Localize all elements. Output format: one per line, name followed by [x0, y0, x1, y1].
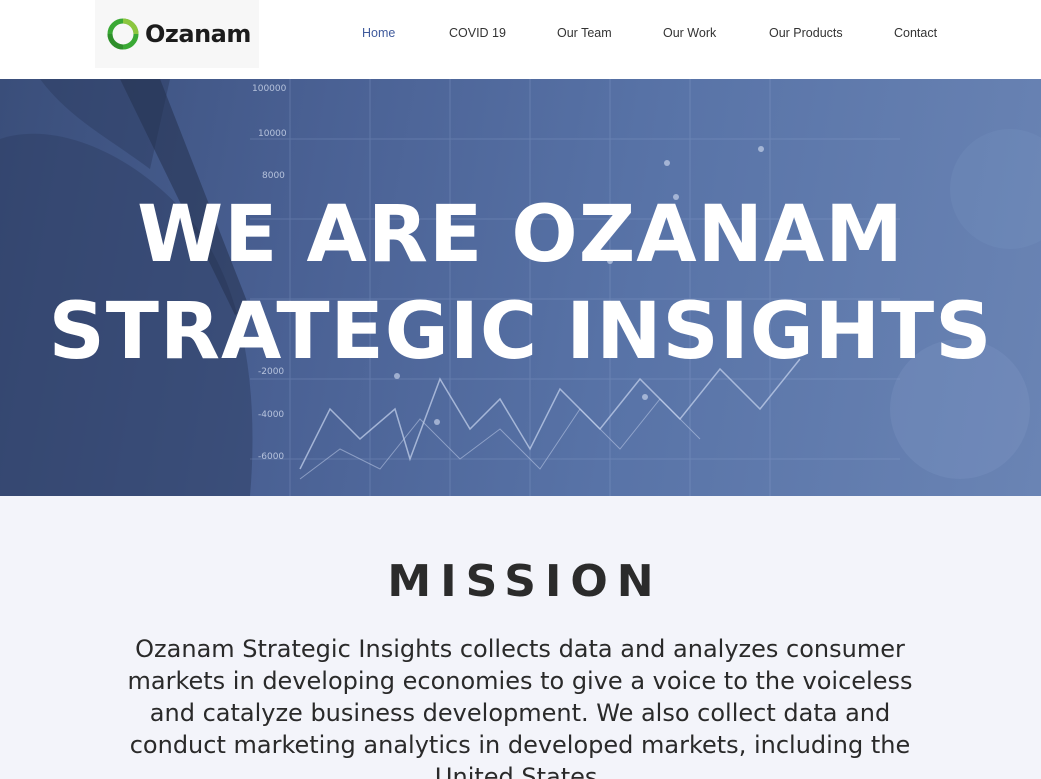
- nav-item-home[interactable]: Home: [362, 26, 395, 40]
- mission-body: Ozanam Strategic Insights collects data …: [127, 635, 913, 779]
- mission-heading: MISSION: [387, 556, 663, 607]
- axis-label: 10000: [258, 129, 287, 139]
- nav-item-contact[interactable]: Contact: [894, 26, 937, 40]
- nav-item-our-work[interactable]: Our Work: [663, 26, 716, 40]
- nav-item-covid-19[interactable]: COVID 19: [449, 26, 506, 40]
- mission-section: MISSION Ozanam Strategic Insights collec…: [0, 496, 1041, 779]
- logo[interactable]: Ozanam: [95, 0, 259, 68]
- axis-label: 8000: [262, 171, 285, 181]
- ozanam-logo-icon: [107, 18, 139, 50]
- nav-item-our-team[interactable]: Our Team: [557, 26, 612, 40]
- hero-banner: 100000 10000 8000 -2000 -4000 -6000 WE A…: [0, 79, 1041, 496]
- site-header: Ozanam Home COVID 19 Our Team Our Work O…: [0, 0, 1041, 79]
- hero-title-line1: WE ARE OZANAM: [137, 190, 904, 280]
- nav-item-our-products[interactable]: Our Products: [769, 26, 843, 40]
- axis-label: -6000: [258, 452, 284, 462]
- axis-label: 100000: [252, 84, 287, 94]
- axis-label: -4000: [258, 410, 284, 420]
- hero-title: WE ARE OZANAM STRATEGIC INSIGHTS: [0, 187, 1041, 381]
- hero-title-line2: STRATEGIC INSIGHTS: [48, 287, 993, 377]
- logo-text: Ozanam: [145, 20, 251, 48]
- main-nav: Home COVID 19 Our Team Our Work Our Prod…: [340, 26, 960, 44]
